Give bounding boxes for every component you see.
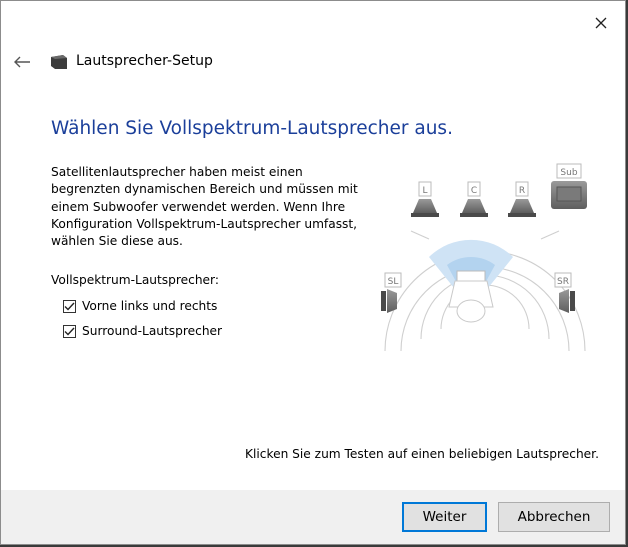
speaker-right-label: R [519, 186, 525, 196]
surround-left-label: SL [388, 277, 399, 287]
speaker-left-label: L [422, 186, 427, 196]
speaker-right[interactable]: R [508, 181, 536, 217]
checkbox-label: Vorne links und rechts [82, 299, 218, 313]
subwoofer-label: Sub [560, 168, 577, 178]
speaker-surround-right[interactable]: SR [554, 272, 575, 313]
back-arrow-icon [14, 56, 30, 68]
speaker-center-label: C [471, 186, 477, 196]
test-hint: Klicken Sie zum Testen auf einen beliebi… [245, 447, 599, 461]
speaker-icon [51, 55, 67, 69]
back-button[interactable] [9, 51, 35, 73]
close-icon [595, 17, 607, 29]
surround-right-label: SR [557, 277, 569, 287]
window-title: Lautsprecher-Setup [76, 53, 213, 69]
checkmark-icon [64, 327, 75, 336]
speaker-layout-diagram: L C R Sub SL SR [381, 163, 587, 352]
checkmark-icon [64, 302, 75, 311]
description-text: Satellitenlautsprecher haben meist einen… [51, 165, 358, 249]
checkbox-box[interactable] [63, 299, 76, 313]
speaker-left[interactable]: L [411, 181, 439, 217]
checkbox-front-left-right[interactable]: Vorne links und rechts [63, 299, 217, 313]
page-heading: Wählen Sie Vollspektrum-Lautsprecher aus… [51, 118, 453, 139]
checkbox-box[interactable] [63, 324, 76, 338]
dialog-window: Lautsprecher-Setup Wählen Sie Vollspektr… [0, 0, 626, 545]
close-button[interactable] [587, 9, 615, 37]
next-button[interactable]: Weiter [402, 502, 487, 532]
checkbox-label: Surround-Lautsprecher [82, 324, 223, 338]
speaker-surround-left[interactable]: SL [381, 272, 402, 313]
section-label: Vollspektrum-Lautsprecher: [51, 273, 219, 287]
cancel-button[interactable]: Abbrechen [498, 502, 610, 532]
checkbox-surround[interactable]: Surround-Lautsprecher [63, 324, 222, 338]
speaker-subwoofer[interactable]: Sub [551, 163, 587, 209]
speaker-center[interactable]: C [460, 181, 488, 217]
